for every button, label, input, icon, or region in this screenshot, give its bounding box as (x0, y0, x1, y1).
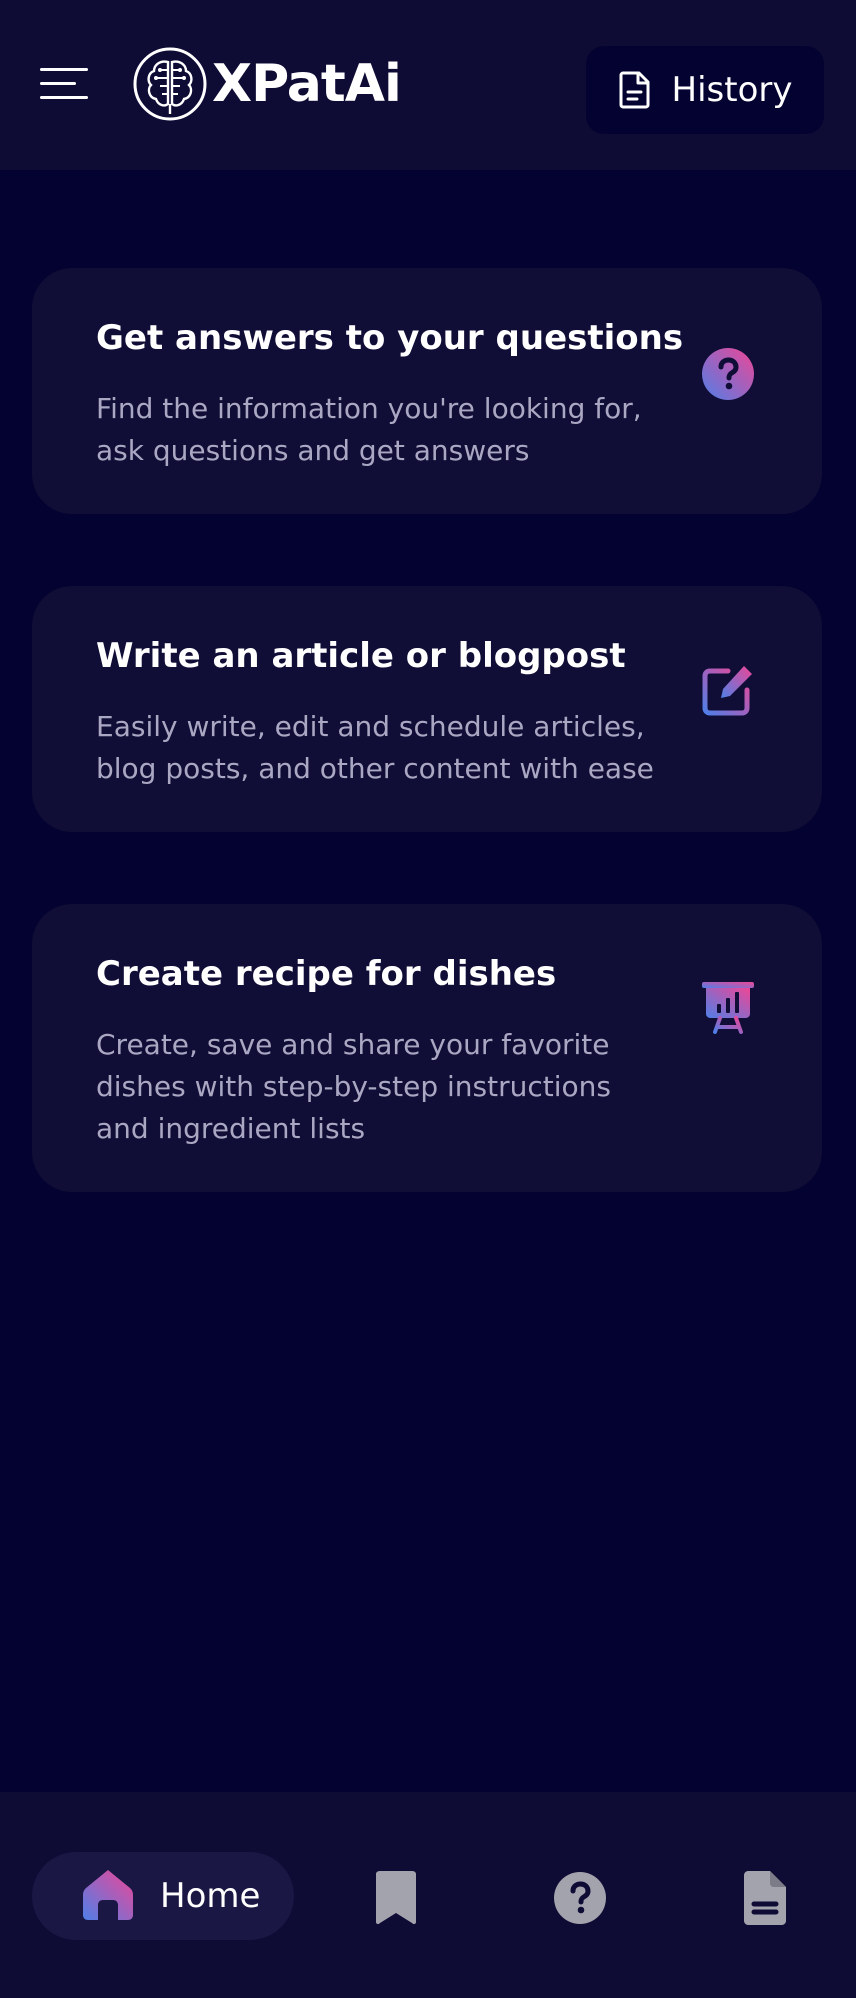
history-button[interactable]: History (586, 46, 824, 134)
top-app-bar: XPatAi History (0, 0, 856, 170)
nav-home-label: Home (160, 1876, 261, 1916)
card-description: Easily write, edit and schedule articles… (96, 710, 654, 785)
card-title: Write an article or blogpost (96, 636, 626, 676)
bookmark-icon[interactable] (368, 1870, 424, 1926)
brain-logo-icon (133, 47, 207, 121)
nav-home-tab[interactable]: Home (32, 1852, 294, 1940)
card-create-recipe[interactable]: Create recipe for dishes Create, save an… (32, 904, 822, 1192)
document-icon (619, 71, 650, 109)
hamburger-menu-button[interactable] (36, 62, 88, 106)
question-circle-icon (702, 348, 754, 400)
app-screen: XPatAi History Get answers to your quest… (0, 0, 856, 1998)
card-description: Create, save and share your favorite dis… (96, 1028, 611, 1145)
question-circle-icon[interactable] (552, 1870, 608, 1926)
menu-line-middle (40, 82, 76, 85)
history-label: History (671, 70, 793, 110)
menu-line-bottom (40, 96, 88, 99)
card-title: Create recipe for dishes (96, 954, 557, 994)
card-write-article[interactable]: Write an article or blogpost Easily writ… (32, 586, 822, 832)
bottom-navigation-bar: Home (0, 1792, 856, 1998)
app-name: XPatAi (212, 54, 402, 114)
card-description: Find the information you're looking for,… (96, 392, 642, 467)
edit-icon (702, 666, 752, 716)
menu-line-top (40, 68, 88, 71)
card-get-answers[interactable]: Get answers to your questions Find the i… (32, 268, 822, 514)
app-logo[interactable]: XPatAi (132, 44, 402, 124)
card-title: Get answers to your questions (96, 318, 684, 358)
presentation-chart-icon (702, 982, 754, 1034)
home-icon (83, 1870, 133, 1920)
document-icon[interactable] (736, 1870, 792, 1926)
